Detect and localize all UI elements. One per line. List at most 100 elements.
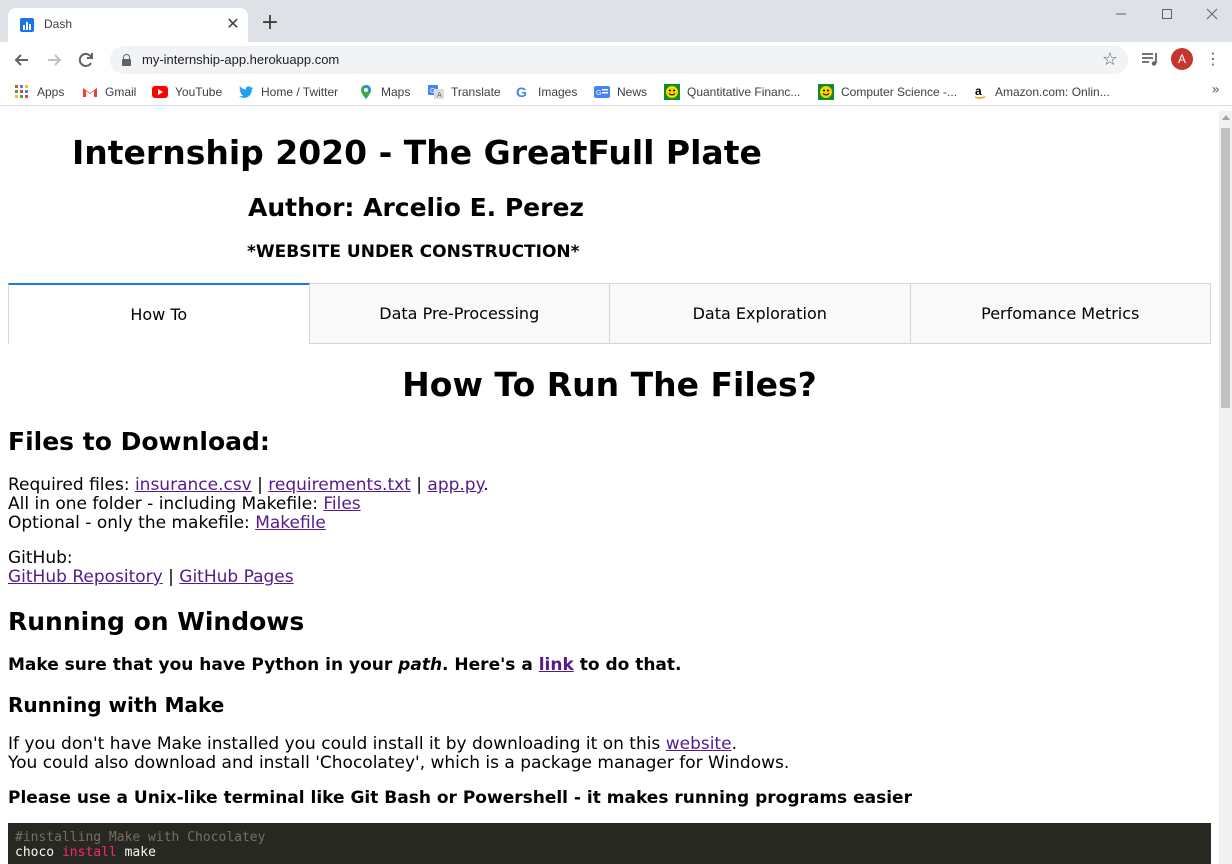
files-link[interactable]: Files — [323, 494, 360, 514]
address-bar[interactable]: my-internship-app.herokuapp.com ☆ — [110, 46, 1128, 74]
separator: | — [162, 567, 180, 587]
github-pages-link[interactable]: GitHub Pages — [179, 567, 293, 587]
bookmark-twitter[interactable]: Home / Twitter — [238, 83, 338, 101]
code-command: choco — [15, 845, 55, 860]
news-icon: G — [594, 84, 610, 100]
smiley-icon — [664, 84, 680, 100]
forward-button[interactable] — [40, 46, 68, 74]
bookmark-label: Gmail — [105, 85, 137, 99]
svg-text:A: A — [437, 92, 442, 99]
arrow-left-icon — [14, 54, 28, 66]
code-line: choco install make — [15, 845, 1204, 860]
twitter-icon — [238, 84, 254, 100]
python-path-link[interactable]: link — [539, 655, 574, 675]
construction-notice: *WEBSITE UNDER CONSTRUCTION* — [247, 242, 580, 262]
media-control-icon[interactable] — [1139, 48, 1161, 70]
maps-pin-icon — [358, 84, 374, 100]
scroll-up-arrow-icon[interactable] — [1222, 115, 1230, 120]
required-files-line: Required files: insurance.csv | requirem… — [8, 476, 489, 495]
url-text[interactable]: my-internship-app.herokuapp.com — [142, 52, 339, 67]
bookmarks-bar: Apps Gmail YouTube Home / Twitter Maps G… — [0, 78, 1232, 106]
bookmark-apps[interactable]: Apps — [14, 83, 64, 101]
translate-icon: GA — [428, 84, 444, 100]
browser-menu-icon[interactable]: ⋮ — [1205, 48, 1221, 70]
tab-data-pre-processing[interactable]: Data Pre-Processing — [309, 283, 610, 344]
author-heading: Author: Arcelio E. Perez — [248, 193, 584, 222]
minimize-icon — [1116, 13, 1126, 15]
minimize-window-button[interactable] — [1109, 4, 1133, 24]
make-website-link[interactable]: website — [666, 734, 732, 754]
scrollbar-thumb[interactable] — [1221, 128, 1230, 408]
windows-heading: Running on Windows — [8, 607, 305, 636]
browser-toolbar: my-internship-app.herokuapp.com ☆ — [0, 42, 1232, 78]
reload-button[interactable] — [72, 46, 100, 74]
bookmark-gmail[interactable]: Gmail — [82, 83, 136, 101]
bookmark-label: YouTube — [175, 85, 223, 99]
bookmark-translate[interactable]: GA Translate — [428, 83, 501, 101]
tab-data-exploration[interactable]: Data Exploration — [610, 283, 911, 344]
tab-close-icon[interactable]: ✕ — [224, 15, 242, 33]
requirements-txt-link[interactable]: requirements.txt — [268, 475, 411, 495]
browser-tab-strip: Dash ✕ + — [0, 0, 1232, 42]
python-path-note: Make sure that you have Python in your p… — [8, 656, 682, 675]
reload-icon — [78, 52, 93, 67]
python-text: to do that. — [573, 655, 682, 675]
github-repository-link[interactable]: GitHub Repository — [8, 567, 163, 587]
bookmark-star-icon[interactable]: ☆ — [1102, 49, 1118, 70]
page-viewport: Internship 2020 - The GreatFull Plate Au… — [0, 111, 1219, 864]
close-window-icon — [1206, 8, 1218, 20]
period: . — [483, 475, 489, 495]
bookmark-images[interactable]: G Images — [515, 83, 577, 101]
bookmark-news[interactable]: G News — [594, 83, 647, 101]
make-text: If you don't have Make installed you cou… — [8, 734, 666, 754]
bookmark-label: Images — [538, 85, 578, 99]
bookmarks-overflow-icon[interactable]: » — [1211, 82, 1220, 98]
section-heading: How To Run The Files? — [402, 365, 817, 404]
path-emphasis: path — [398, 655, 443, 675]
browser-tab[interactable]: Dash ✕ — [8, 8, 248, 42]
separator: | — [410, 475, 428, 495]
python-text: . Here's a — [442, 655, 539, 675]
bookmark-quant-finance[interactable]: Quantitative Financ... — [664, 83, 800, 101]
bookmark-label: News — [617, 85, 648, 99]
code-keyword: install — [61, 845, 117, 860]
arrow-right-icon — [48, 54, 62, 66]
bookmark-label: Computer Science -... — [841, 85, 958, 99]
google-icon: G — [515, 84, 531, 100]
maximize-icon — [1162, 9, 1172, 19]
page-scrollbar[interactable] — [1219, 111, 1232, 864]
make-install-line: If you don't have Make installed you cou… — [8, 735, 737, 754]
page-title: Internship 2020 - The GreatFull Plate — [72, 133, 762, 172]
bookmark-amazon[interactable]: a Amazon.com: Onlin... — [972, 83, 1110, 101]
unix-terminal-note: Please use a Unix-like terminal like Git… — [8, 788, 912, 808]
lock-icon[interactable] — [122, 54, 131, 66]
makefile-link[interactable]: Makefile — [255, 513, 326, 533]
optional-makefile-line: Optional - only the makefile: Makefile — [8, 514, 326, 533]
bookmark-youtube[interactable]: YouTube — [152, 83, 222, 101]
maximize-window-button[interactable] — [1155, 4, 1179, 24]
gmail-icon — [82, 84, 98, 100]
code-block[interactable]: #installing Make with Chocolatey choco i… — [8, 823, 1211, 864]
chocolatey-line: You could also download and install 'Cho… — [8, 753, 790, 773]
youtube-icon — [152, 84, 168, 100]
profile-avatar[interactable]: A — [1171, 48, 1193, 70]
content-tabs: How To Data Pre-Processing Data Explorat… — [8, 283, 1211, 344]
python-text: Make sure that you have Python in your — [8, 655, 399, 675]
dash-favicon-icon — [20, 18, 34, 32]
github-label: GitHub: — [8, 548, 73, 568]
back-button[interactable] — [8, 46, 36, 74]
bookmark-label: Amazon.com: Onlin... — [995, 85, 1110, 99]
tab-performance-metrics[interactable]: Perfomance Metrics — [910, 283, 1211, 344]
bookmark-label: Translate — [451, 85, 501, 99]
tab-how-to[interactable]: How To — [8, 283, 310, 344]
insurance-csv-link[interactable]: insurance.csv — [135, 475, 252, 495]
github-links-line: GitHub Repository | GitHub Pages — [8, 568, 294, 587]
bookmark-label: Home / Twitter — [261, 85, 339, 99]
close-window-button[interactable] — [1200, 4, 1224, 24]
bookmark-computer-science[interactable]: Computer Science -... — [818, 83, 957, 101]
tab-title: Dash — [44, 17, 73, 31]
bookmark-maps[interactable]: Maps — [358, 83, 410, 101]
code-argument: make — [124, 845, 156, 860]
new-tab-button[interactable]: + — [258, 11, 282, 35]
app-py-link[interactable]: app.py — [427, 475, 483, 495]
